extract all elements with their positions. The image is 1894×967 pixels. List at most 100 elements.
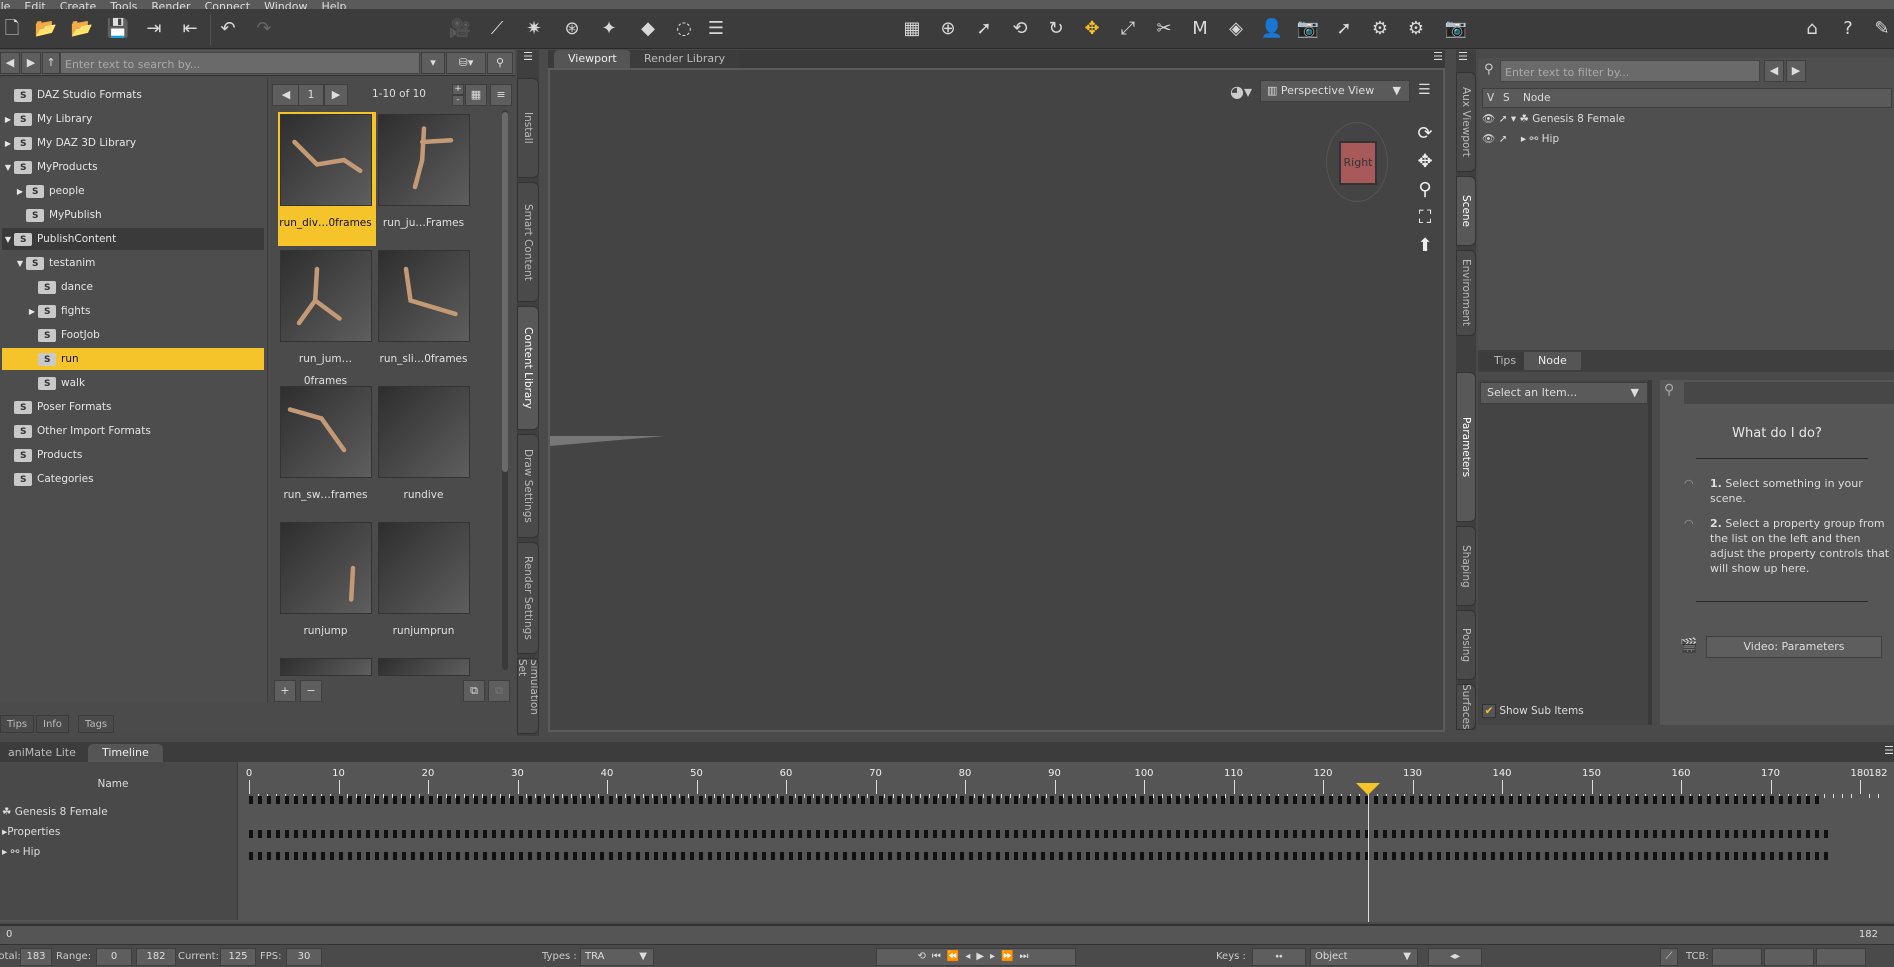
tcb-icon[interactable]: ⟋: [1660, 948, 1678, 966]
viewport-pane-options-icon[interactable]: ☰: [1433, 50, 1443, 63]
create-null-icon[interactable]: ◌: [672, 17, 696, 41]
pan-icon[interactable]: ✥: [1414, 148, 1436, 176]
scrub-bar[interactable]: 0 182: [0, 924, 1894, 944]
up-button[interactable]: ↑: [42, 52, 60, 74]
align-icon[interactable]: ☰: [704, 17, 728, 41]
tree-item[interactable]: Categories: [2, 468, 264, 491]
zoom-out-button[interactable]: -: [452, 95, 464, 106]
tab-environment[interactable]: Environment: [1456, 250, 1476, 336]
tab-surfaces[interactable]: Surfaces: [1456, 684, 1476, 730]
expand-arrow-icon[interactable]: ▼: [2, 229, 14, 251]
tab-render-settings[interactable]: Render Settings: [517, 542, 539, 654]
menu-window[interactable]: Window: [264, 0, 307, 9]
forward-button[interactable]: ▶: [21, 52, 41, 74]
timeline-row-hip[interactable]: ▸ ⚯ Hip: [2, 846, 40, 858]
create-linear-light-icon[interactable]: ⊛: [560, 17, 584, 41]
scene-node-row[interactable]: 👁 ➚ ▾ ☘ Genesis 8 Female: [1482, 112, 1625, 125]
playhead-marker[interactable]: [1355, 783, 1380, 795]
tree-item[interactable]: MyPublish: [2, 204, 264, 227]
asset-thumbnail[interactable]: [280, 386, 372, 478]
asset-thumbnail[interactable]: [378, 658, 470, 676]
back-button[interactable]: ◀: [0, 52, 20, 74]
parameter-filter-input[interactable]: [1684, 382, 1894, 404]
asset-label[interactable]: rundive: [376, 484, 471, 506]
expand-arrow-icon[interactable]: ▶: [2, 133, 14, 155]
spot-render-icon[interactable]: ➚: [1332, 17, 1356, 41]
home-icon[interactable]: ⌂: [1800, 17, 1824, 41]
scene-pane-options-icon[interactable]: ☰: [1458, 50, 1468, 63]
expand-arrow-icon[interactable]: ▶: [2, 109, 14, 131]
tree-item[interactable]: FootJob: [2, 324, 264, 347]
col-selectable[interactable]: S: [1503, 89, 1510, 107]
asset-label[interactable]: run_sli…0frames: [376, 348, 471, 370]
range-end-field[interactable]: 182: [136, 948, 176, 966]
menu-connect[interactable]: Connect: [205, 0, 250, 9]
asset-label[interactable]: run_div…0frames: [278, 212, 373, 234]
playback-controls[interactable]: ⟲⏮⏪◂▶▸⏩⏭: [876, 948, 1076, 966]
asset-thumbnail[interactable]: [378, 250, 470, 342]
expand-arrow-icon[interactable]: ▼: [2, 157, 14, 179]
tree-item[interactable]: ▶ My DAZ 3D Library: [2, 132, 264, 155]
draw-style-icon[interactable]: ◕▾: [1230, 82, 1256, 104]
total-field[interactable]: 183: [20, 948, 52, 966]
tree-item[interactable]: ▼ PublishContent: [2, 228, 264, 251]
reset-view-icon[interactable]: ⬆: [1414, 232, 1436, 260]
menu-tools[interactable]: Tools: [110, 0, 137, 9]
add-button[interactable]: +: [274, 680, 296, 702]
surface-selection-icon[interactable]: ◈: [1224, 17, 1248, 41]
tab-install[interactable]: Install: [517, 78, 539, 178]
scene-filter-input[interactable]: Enter text to filter by...: [1500, 60, 1760, 82]
asset-label[interactable]: runjump: [278, 620, 373, 642]
list-view-icon[interactable]: ≡: [490, 84, 512, 106]
redo-icon[interactable]: ↷: [252, 17, 276, 41]
keys-mode-dropdown[interactable]: Object ▼: [1310, 948, 1418, 966]
figure-icon[interactable]: 👤: [1260, 17, 1284, 41]
col-visible[interactable]: V: [1487, 89, 1494, 107]
prev-page-button[interactable]: ◀: [272, 84, 300, 106]
twist-tool-icon[interactable]: ↻: [1044, 17, 1068, 41]
tree-item[interactable]: DAZ Studio Formats: [2, 84, 264, 107]
help-icon[interactable]: ?: [1836, 17, 1860, 41]
select-item-dropdown[interactable]: Select an Item... ▼: [1480, 382, 1648, 404]
asset-thumbnail[interactable]: [280, 658, 372, 676]
create-primitive-icon[interactable]: ◆: [636, 17, 660, 41]
create-spotlight-icon[interactable]: ✦: [597, 17, 621, 41]
keyframe-row-properties[interactable]: [249, 830, 1829, 838]
viewport-3d[interactable]: ◕▾ ▥ Perspective View ▼ ☰ Right ⟳ ✥ ⚲ ⛶ ⬆: [548, 68, 1445, 732]
expand-arrow-icon[interactable]: ▶: [26, 301, 38, 323]
node-selection-icon[interactable]: ➚: [972, 17, 996, 41]
tree-item[interactable]: walk: [2, 372, 264, 395]
joint-editor-icon[interactable]: ✂: [1152, 17, 1176, 41]
asset-thumbnail[interactable]: [280, 114, 372, 206]
remove-button[interactable]: −: [300, 680, 322, 702]
tab-draw-settings[interactable]: Draw Settings: [517, 434, 539, 538]
next-page-button[interactable]: ▶: [324, 84, 348, 106]
video-parameters-button[interactable]: Video: Parameters: [1706, 636, 1882, 658]
view-cube[interactable]: Right: [1326, 122, 1388, 202]
export-icon[interactable]: ⇤: [178, 17, 202, 41]
tree-item[interactable]: Poser Formats: [2, 396, 264, 419]
new-file-icon[interactable]: 🗋: [0, 17, 24, 41]
timeline-row-figure[interactable]: ☘ Genesis 8 Female: [2, 806, 108, 818]
undo-icon[interactable]: ↶: [216, 17, 240, 41]
col-node[interactable]: Node: [1523, 89, 1550, 107]
tab-smart-content[interactable]: Smart Content: [517, 182, 539, 302]
select-arrow-icon[interactable]: ➚: [1499, 133, 1508, 145]
menu-help[interactable]: Help: [321, 0, 346, 9]
tree-item[interactable]: ▶ My Library: [2, 108, 264, 131]
asset-thumbnail[interactable]: [280, 522, 372, 614]
tab-aux-viewport[interactable]: Aux Viewport: [1456, 72, 1476, 172]
tab-viewport[interactable]: Viewport: [554, 50, 631, 68]
expand-arrow-icon[interactable]: ▼: [14, 253, 26, 275]
tree-item[interactable]: run: [2, 348, 264, 371]
asset-label[interactable]: runjumprun: [376, 620, 471, 642]
feedback-icon[interactable]: ✎: [1870, 17, 1894, 41]
create-camera-icon[interactable]: 🎥: [448, 17, 472, 41]
menu-edit[interactable]: Edit: [24, 0, 45, 9]
asset-label[interactable]: run_jum…0frames: [278, 348, 373, 387]
view-cube-face[interactable]: Right: [1339, 141, 1377, 185]
asset-label[interactable]: run_sw…frames: [278, 484, 373, 506]
scene-back-button[interactable]: ◀: [1764, 60, 1784, 82]
tab-render-library[interactable]: Render Library: [630, 50, 740, 68]
tab-parameters[interactable]: Parameters: [1456, 372, 1476, 522]
